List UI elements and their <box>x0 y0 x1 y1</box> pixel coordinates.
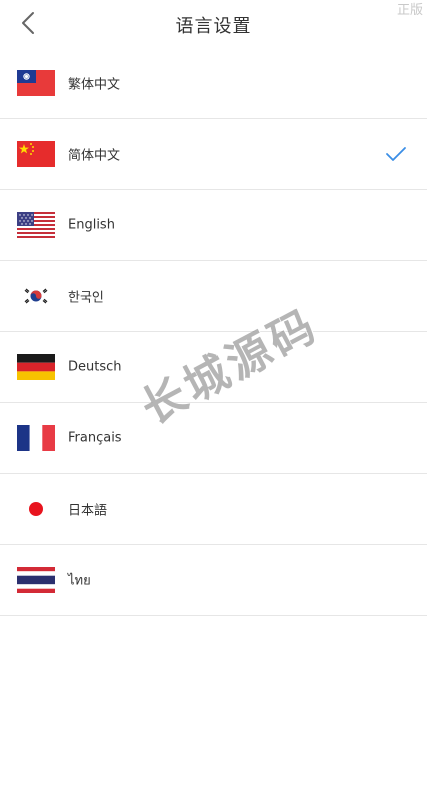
language-item-de[interactable]: Deutsch <box>0 332 427 403</box>
germany-flag-icon <box>17 354 55 380</box>
language-settings-screen: 语言设置 正版 繁体中文 简体中文 English 한국인 Deutsch Fr… <box>0 0 427 799</box>
korea-flag-icon <box>17 283 55 309</box>
header: 语言设置 正版 <box>0 0 427 48</box>
language-item-ko[interactable]: 한국인 <box>0 261 427 332</box>
chevron-left-icon <box>22 12 34 34</box>
language-label: Deutsch <box>68 359 122 375</box>
back-button[interactable] <box>14 8 42 38</box>
corner-mark: 正版 <box>396 3 423 18</box>
thailand-flag-icon <box>17 567 55 593</box>
language-label: 繁体中文 <box>68 77 121 93</box>
usa-flag-icon <box>17 212 55 238</box>
page-title: 语言设置 <box>175 16 252 37</box>
language-label: 简体中文 <box>68 148 121 164</box>
language-item-fr[interactable]: Français <box>0 403 427 474</box>
language-label: ไทย <box>68 573 91 589</box>
japan-flag-icon <box>17 496 55 522</box>
china-flag-icon <box>17 141 55 167</box>
language-list: 繁体中文 简体中文 English 한국인 Deutsch Français 日… <box>0 48 427 616</box>
language-label: 日本語 <box>68 503 108 519</box>
taiwan-flag-icon <box>17 70 55 96</box>
language-item-en[interactable]: English <box>0 190 427 261</box>
language-item-zh-cn[interactable]: 简体中文 <box>0 119 427 190</box>
france-flag-icon <box>17 425 55 451</box>
language-item-ja[interactable]: 日本語 <box>0 474 427 545</box>
language-label: English <box>68 217 115 233</box>
language-item-zh-tw[interactable]: 繁体中文 <box>0 48 427 119</box>
language-label: Français <box>68 430 122 446</box>
check-icon <box>386 147 406 161</box>
language-label: 한국인 <box>68 290 104 306</box>
language-item-th[interactable]: ไทย <box>0 545 427 616</box>
